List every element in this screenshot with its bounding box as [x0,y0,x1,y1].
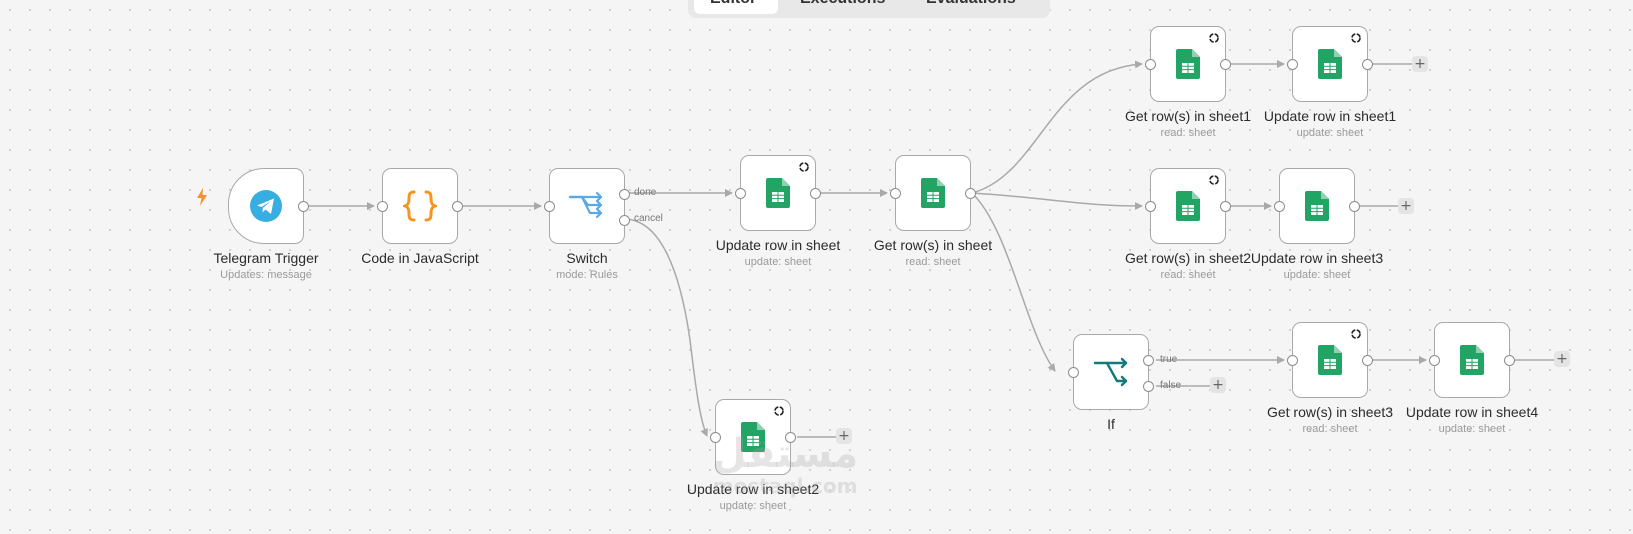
node-update-row-in-sheet3[interactable] [1274,168,1360,244]
node-subtitle: mode: Rules [556,269,618,281]
node-title: Telegram Trigger [213,250,319,266]
port-label-true: true [1160,354,1178,365]
node-subtitle: update: sheet [744,256,812,268]
node-subtitle: read: sheet [905,256,961,268]
node-title: Update row in sheet1 [1263,108,1397,124]
input-handle[interactable] [1287,58,1298,70]
node-title: Get row(s) in sheet2 [1124,250,1252,266]
watermark-latin: mostaql.com [712,474,858,498]
google-sheets-icon [766,178,790,208]
add-node-button[interactable]: + [1210,377,1226,393]
node-if[interactable] [1068,334,1154,410]
node-switch[interactable] [544,168,630,244]
port-label-cancel: cancel [634,213,663,224]
node-title: Code in JavaScript [361,250,479,266]
node-title: Switch [566,250,608,266]
google-sheets-icon [921,178,945,208]
output-handle[interactable] [298,200,309,212]
node-subtitle: update: sheet [1283,269,1351,281]
input-handle[interactable] [890,187,901,199]
output-handle-done[interactable] [619,188,630,200]
node-get-rows-in-sheet2[interactable] [1145,168,1231,244]
input-handle[interactable] [1429,354,1440,366]
output-handle-cancel[interactable] [619,214,630,226]
node-get-rows-in-sheet1[interactable] [1145,26,1231,102]
refresh-icon [774,406,784,416]
output-handle[interactable] [1220,200,1231,212]
refresh-icon [1351,329,1361,339]
google-sheets-icon [1318,345,1342,375]
watermark-arabic: مستقل [712,431,859,477]
node-subtitle: Updates: message [220,269,312,281]
connection-get-get1 [971,60,1143,194]
connection-get-if [971,192,1056,372]
output-handle[interactable] [1362,354,1373,366]
connection-get-get2 [971,192,1143,210]
google-sheets-icon [1305,191,1329,221]
port-label-false: false [1160,380,1182,391]
node-update-row-in-sheet[interactable] [735,155,821,231]
output-handle[interactable] [810,187,821,199]
port-label-done: done [634,187,657,198]
refresh-icon [1351,33,1361,43]
add-node-button[interactable]: + [1554,351,1570,367]
connection-switch-update2 [623,218,708,437]
input-handle[interactable] [1145,200,1156,212]
add-node-button[interactable]: + [1398,198,1414,214]
input-handle[interactable] [735,187,746,199]
output-handle[interactable] [1504,354,1515,366]
node-subtitle: update: sheet [719,500,787,512]
node-update-row-in-sheet4[interactable] [1429,322,1515,398]
node-subtitle: update: sheet [1438,423,1506,435]
output-handle-true[interactable] [1143,354,1154,366]
trigger-bolt-icon [197,188,207,206]
google-sheets-icon [1318,49,1342,79]
refresh-icon [799,162,809,172]
node-title: Update row in sheet3 [1250,250,1384,266]
output-handle[interactable] [1362,58,1373,70]
node-title: If [1107,416,1115,432]
node-title: Get row(s) in sheet3 [1266,404,1394,420]
node-get-rows-in-sheet[interactable] [890,155,976,231]
google-sheets-icon [1176,49,1200,79]
node-subtitle: read: sheet [1160,127,1216,139]
node-get-rows-in-sheet3[interactable] [1287,322,1373,398]
watermark: مستقل mostaql.com [712,432,858,496]
output-handle[interactable] [965,187,976,199]
output-handle[interactable] [452,200,463,212]
node-title: Update row in sheet [715,237,841,253]
node-subtitle: update: sheet [1296,127,1364,139]
output-handle[interactable] [1349,200,1360,212]
node-title: Get row(s) in sheet1 [1124,108,1252,124]
input-handle[interactable] [544,200,555,212]
output-handle-false[interactable] [1143,380,1154,392]
input-handle[interactable] [1287,354,1298,366]
input-handle[interactable] [1068,366,1079,378]
node-subtitle: read: sheet [1160,269,1216,281]
input-handle[interactable] [377,200,388,212]
input-handle[interactable] [1274,200,1285,212]
add-node-button[interactable]: + [1412,56,1428,72]
output-handle[interactable] [1220,58,1231,70]
refresh-icon [1209,175,1219,185]
node-update-row-in-sheet1[interactable] [1287,26,1373,102]
node-title: Get row(s) in sheet [873,237,993,253]
node-title: Update row in sheet4 [1405,404,1539,420]
google-sheets-icon [1176,191,1200,221]
telegram-icon [250,190,282,222]
refresh-icon [1209,33,1219,43]
code-braces-icon [403,190,437,222]
input-handle[interactable] [1145,58,1156,70]
node-telegram-trigger[interactable] [228,168,309,244]
node-subtitle: read: sheet [1302,423,1358,435]
google-sheets-icon [1460,345,1484,375]
switch-routing-icon [568,191,603,219]
node-code-javascript[interactable] [377,168,463,244]
if-branch-icon [1093,357,1128,387]
